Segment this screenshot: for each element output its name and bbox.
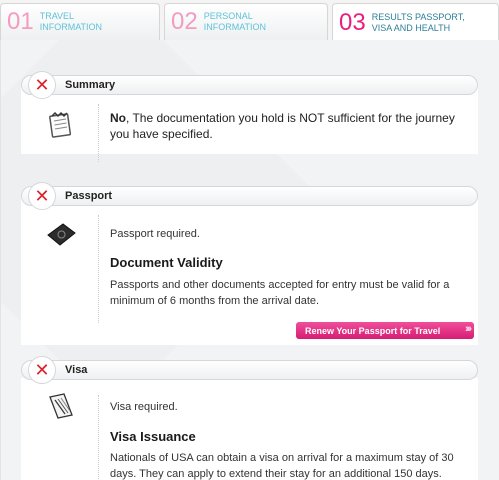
passport-required: Passport required. xyxy=(110,228,200,240)
passport-icon xyxy=(45,218,77,250)
visa-issuance-text: Nationals of USA can obtain a visa on ar… xyxy=(110,452,454,480)
x-icon: ✕ xyxy=(28,182,56,210)
summary-header: Summary xyxy=(21,75,478,95)
passport-header: Passport xyxy=(21,186,478,206)
tab-label-text: TRAVEL INFORMATION xyxy=(39,11,103,32)
tab-label: RESULTS PASSPORT, VISA AND HEALTH xyxy=(372,12,465,34)
divider xyxy=(98,104,99,162)
tab-label-text: PERSONAL INFORMATION xyxy=(203,11,267,32)
divider xyxy=(98,215,99,323)
section-title: Visa xyxy=(65,364,88,376)
summary-message: No, The documentation you hold is NOT su… xyxy=(110,110,475,142)
x-icon: ✕ xyxy=(28,356,56,384)
document-validity-text: Passports and other documents accepted f… xyxy=(110,279,450,307)
tab-number: 02 xyxy=(171,8,198,35)
notepad-icon xyxy=(45,108,77,140)
visa-issuance-heading: Visa Issuance xyxy=(110,429,196,444)
tab-number: 01 xyxy=(7,8,34,35)
divider xyxy=(98,395,99,480)
document-validity-heading: Document Validity xyxy=(110,255,223,270)
visa-required: Visa required. xyxy=(110,401,178,413)
section-title: Summary xyxy=(65,79,116,91)
tab-personal-information[interactable]: 02 PERSONAL INFORMATION xyxy=(164,3,328,40)
section-title: Passport xyxy=(65,190,113,202)
visa-header: Visa xyxy=(21,360,478,380)
tab-results[interactable]: 03 RESULTS PASSPORT, VISA AND HEALTH xyxy=(332,3,499,41)
tab-label: PERSONAL INFORMATION xyxy=(204,11,266,33)
chevrons-right-icon: ››› xyxy=(465,323,472,335)
renew-passport-button[interactable]: Renew Your Passport for Travel ››› xyxy=(296,322,474,339)
summary-text: , The documentation you hold is NOT suff… xyxy=(110,111,455,141)
tab-number: 03 xyxy=(339,8,366,36)
tab-label-text: RESULTS PASSPORT, VISA AND HEALTH xyxy=(371,11,465,33)
step-tabs: 01 TRAVEL INFORMATION 02 PERSONAL INFORMAT… xyxy=(0,0,499,41)
summary-verdict: No xyxy=(110,111,126,125)
tab-travel-information[interactable]: 01 TRAVEL INFORMATION xyxy=(0,3,160,40)
tab-label: TRAVEL INFORMATION xyxy=(40,11,102,33)
visa-document-icon xyxy=(45,390,77,422)
renew-passport-label: Renew Your Passport for Travel xyxy=(305,325,441,336)
results-panel: Summary ✕ No, The documentation you hold… xyxy=(0,40,499,480)
x-icon: ✕ xyxy=(28,71,56,99)
